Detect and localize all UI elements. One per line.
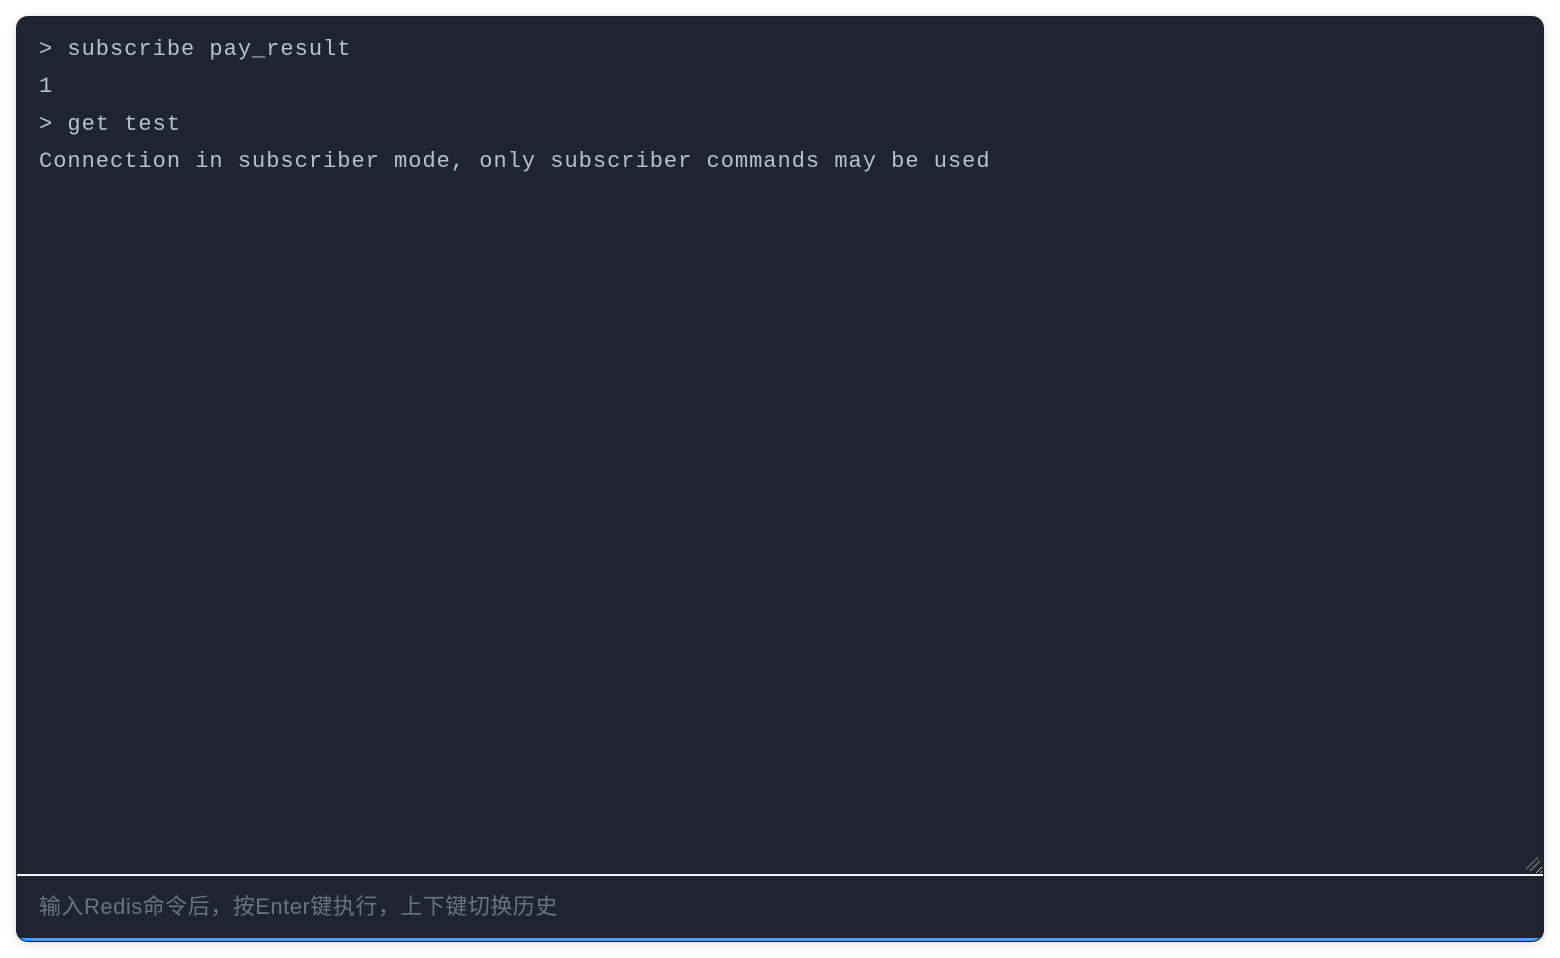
terminal-line-prompt: > subscribe pay_result [39, 31, 1521, 68]
terminal-line-prompt: > get test [39, 106, 1521, 143]
terminal-container: > subscribe pay_result 1 > get test Conn… [16, 16, 1544, 942]
input-section [17, 874, 1543, 941]
terminal-line-output: 1 [39, 68, 1521, 105]
terminal-line-output: Connection in subscriber mode, only subs… [39, 143, 1521, 180]
command-input[interactable] [17, 876, 1543, 941]
terminal-output[interactable]: > subscribe pay_result 1 > get test Conn… [17, 17, 1543, 874]
